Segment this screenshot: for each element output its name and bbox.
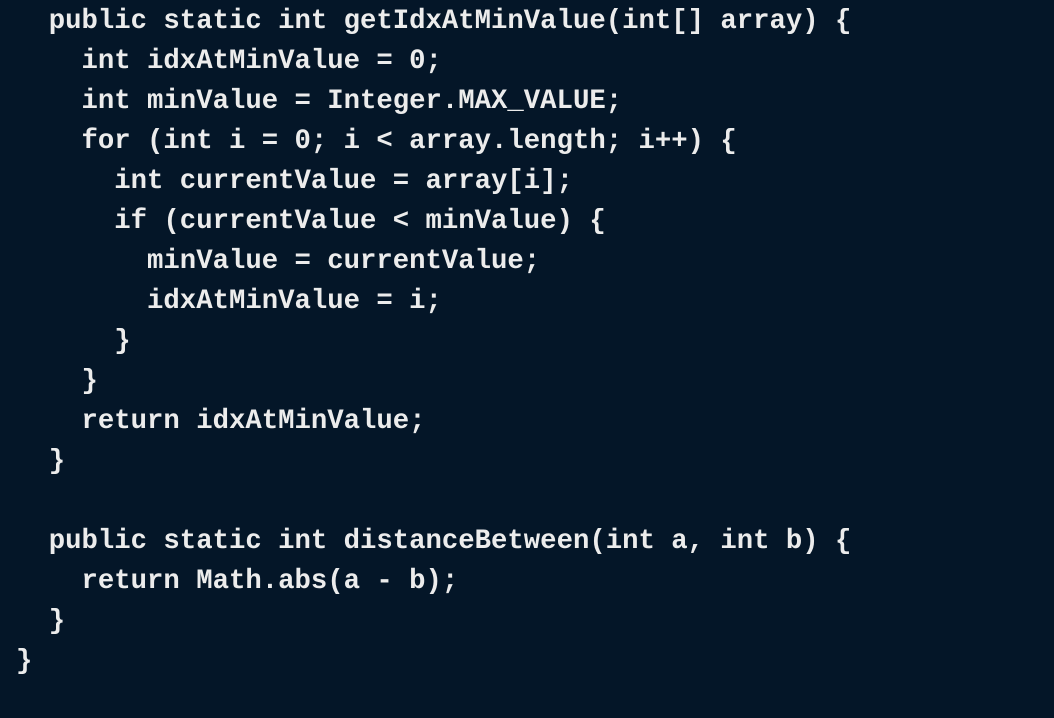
code-line: }: [16, 446, 66, 477]
code-line: }: [16, 606, 66, 637]
code-line: public static int getIdxAtMinValue(int[]…: [16, 6, 852, 37]
code-line: }: [16, 326, 131, 357]
code-line: int idxAtMinValue = 0;: [16, 46, 442, 77]
code-line: minValue = currentValue;: [16, 246, 541, 277]
code-line: int currentValue = array[i];: [16, 166, 573, 197]
code-line: }: [16, 366, 98, 397]
code-line: public static int distanceBetween(int a,…: [16, 526, 852, 557]
code-line: return idxAtMinValue;: [16, 406, 426, 437]
code-line: idxAtMinValue = i;: [16, 286, 442, 317]
code-line: }: [16, 646, 33, 677]
code-block: public static int getIdxAtMinValue(int[]…: [16, 2, 851, 682]
code-line: return Math.abs(a - b);: [16, 566, 459, 597]
code-line: for (int i = 0; i < array.length; i++) {: [16, 126, 737, 157]
code-line: int minValue = Integer.MAX_VALUE;: [16, 86, 623, 117]
code-line: if (currentValue < minValue) {: [16, 206, 606, 237]
